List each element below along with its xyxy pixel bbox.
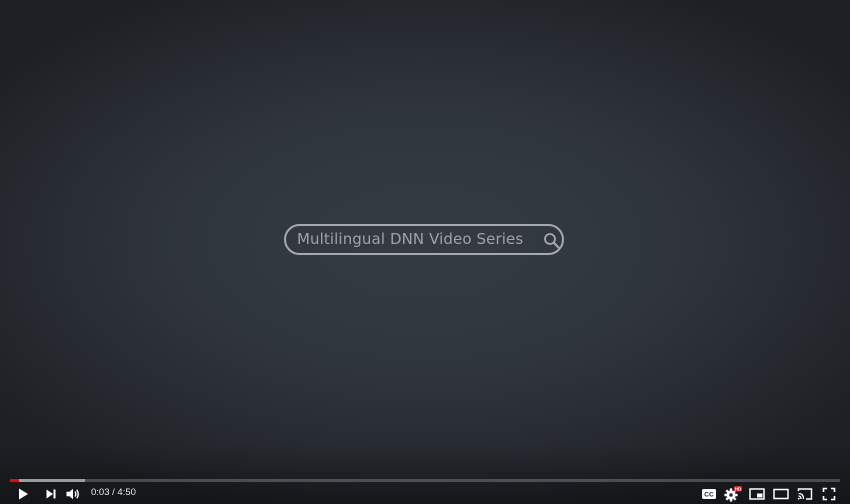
- theater-mode-button[interactable]: [772, 486, 790, 502]
- overlay-search-box: Multilingual DNN Video Series: [284, 224, 564, 255]
- theater-mode-icon: [773, 488, 789, 500]
- progress-bar[interactable]: [10, 479, 840, 482]
- progress-buffered: [10, 479, 85, 482]
- current-time: 0:03: [91, 487, 110, 498]
- fullscreen-button[interactable]: [820, 486, 838, 502]
- settings-button[interactable]: HD: [724, 486, 742, 502]
- svg-text:CC: CC: [704, 492, 714, 499]
- miniplayer-button[interactable]: [748, 486, 766, 502]
- time-display: 0:03 / 4:50: [91, 487, 136, 498]
- search-icon: [543, 232, 561, 250]
- cast-icon: [797, 487, 813, 501]
- progress-played: [10, 479, 19, 482]
- next-button[interactable]: [42, 486, 60, 502]
- miniplayer-icon: [749, 488, 765, 500]
- duration: 4:50: [117, 487, 136, 498]
- hd-badge: HD: [735, 487, 742, 492]
- overlay-search-text: Multilingual DNN Video Series: [297, 230, 524, 248]
- play-icon: [16, 487, 30, 501]
- player-controls: 0:03 / 4:50 CC HD: [0, 483, 850, 504]
- next-icon: [44, 487, 58, 501]
- subtitles-button[interactable]: CC: [700, 486, 718, 502]
- video-frame[interactable]: Multilingual DNN Video Series: [0, 0, 850, 504]
- fullscreen-icon: [822, 487, 836, 501]
- video-player[interactable]: Multilingual DNN Video Series 0:03 / 4:5…: [0, 0, 850, 504]
- volume-icon: [65, 487, 81, 501]
- play-button[interactable]: [14, 486, 32, 502]
- mute-button[interactable]: [64, 486, 82, 502]
- cc-icon: CC: [701, 488, 717, 500]
- settings-gear-icon: HD: [724, 486, 742, 502]
- cast-button[interactable]: [796, 486, 814, 502]
